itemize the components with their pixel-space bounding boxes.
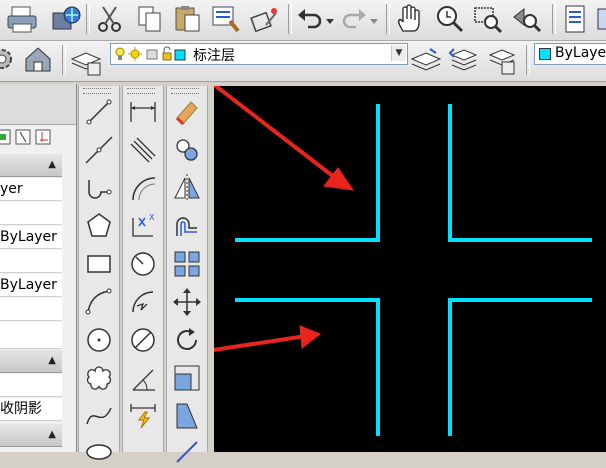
angular-dimension-icon[interactable]: [127, 362, 159, 394]
layers-toolbar: 标注层 ▼ ByLayer: [0, 41, 606, 82]
print-icon[interactable]: [6, 3, 38, 35]
modify-toolbar: [166, 86, 208, 463]
erase-icon[interactable]: [171, 96, 203, 128]
polyline-icon[interactable]: [83, 172, 115, 204]
prop-row-empty-4[interactable]: [0, 322, 62, 349]
publish-icon[interactable]: [50, 3, 82, 35]
draw-toolbar: [78, 86, 120, 460]
properties-palette: ▲ yer ByLayer ByLayer ▲ 收阴影 ▲: [0, 84, 77, 452]
revision-cloud-icon[interactable]: [83, 362, 115, 394]
aligned-dimension-icon[interactable]: [127, 134, 159, 166]
color-value: ByLayer: [555, 45, 606, 61]
collapse-icon[interactable]: ▲: [48, 429, 56, 440]
quick-dimension-icon[interactable]: [127, 400, 159, 432]
spline-icon[interactable]: [83, 400, 115, 432]
prop-row-empty[interactable]: [0, 202, 62, 225]
pan-hand-icon[interactable]: [394, 3, 426, 35]
ellipse-icon[interactable]: [83, 436, 115, 468]
construction-line-icon[interactable]: [83, 134, 115, 166]
polygon-icon[interactable]: [83, 210, 115, 242]
array-icon[interactable]: [171, 248, 203, 280]
home-workspace-icon[interactable]: [22, 43, 54, 75]
toolbar-grip[interactable]: [171, 88, 199, 94]
layer-previous-icon[interactable]: [448, 45, 480, 77]
quick-select-icons[interactable]: [0, 128, 70, 148]
wall-line-bottom-right[interactable]: [448, 298, 592, 436]
jogged-dimension-icon[interactable]: [127, 286, 159, 318]
color-control-dropdown[interactable]: ByLayer: [534, 43, 606, 65]
prop-row-empty-5[interactable]: [0, 374, 62, 397]
redo-icon[interactable]: [338, 3, 370, 35]
wall-line-top-left[interactable]: [235, 104, 380, 242]
standard-toolbar: [0, 0, 606, 41]
toolbar-grip[interactable]: [127, 88, 155, 94]
trim-icon[interactable]: [171, 436, 203, 468]
rotate-icon[interactable]: [171, 324, 203, 356]
toolbar-grip[interactable]: [83, 88, 111, 94]
ordinate-dimension-icon[interactable]: X: [127, 210, 159, 242]
diameter-dimension-icon[interactable]: [127, 324, 159, 356]
prop-row-empty-3[interactable]: [0, 298, 62, 321]
linear-dimension-icon[interactable]: [127, 96, 159, 128]
dimension-toolbar: X: [122, 86, 164, 452]
circle-icon[interactable]: [83, 324, 115, 356]
radius-dimension-icon[interactable]: [127, 248, 159, 280]
svg-text:X: X: [149, 213, 155, 222]
wall-line-top-right[interactable]: [448, 104, 592, 242]
general-section-header[interactable]: ▲: [0, 154, 62, 177]
drawing-canvas[interactable]: [214, 86, 606, 452]
collapse-icon[interactable]: ▲: [48, 355, 56, 366]
prop-row-shadow[interactable]: 收阴影: [0, 398, 62, 421]
move-icon[interactable]: [171, 286, 203, 318]
drawing-content: [214, 86, 592, 436]
redo-dropdown-icon[interactable]: [368, 3, 380, 35]
properties-palette-header: [0, 84, 76, 145]
misc-section-header[interactable]: ▲: [0, 424, 62, 447]
rectangle-icon[interactable]: [83, 248, 115, 280]
color-swatch-icon: [539, 48, 551, 60]
design-center-icon[interactable]: [596, 3, 606, 35]
layer-state-manager-icon[interactable]: [486, 45, 518, 77]
paste-icon[interactable]: [172, 3, 204, 35]
layer-state-icons: [115, 46, 186, 61]
wall-line-bottom-left[interactable]: [235, 298, 380, 436]
offset-icon[interactable]: [171, 210, 203, 242]
zoom-previous-icon[interactable]: [510, 3, 542, 35]
workspace-settings-icon[interactable]: [0, 43, 18, 75]
arc-length-icon[interactable]: [127, 172, 159, 204]
stretch-icon[interactable]: [171, 400, 203, 432]
red-arrow-bottom: [214, 334, 307, 352]
zoom-realtime-icon[interactable]: [434, 3, 466, 35]
mirror-icon[interactable]: [171, 172, 203, 204]
layer-properties-manager-icon[interactable]: [70, 45, 104, 77]
prop-row-empty-2[interactable]: [0, 250, 62, 273]
undo-icon[interactable]: [294, 3, 326, 35]
prop-row-lineweight[interactable]: ByLayer: [0, 274, 62, 297]
arc-icon[interactable]: [83, 286, 115, 318]
undo-dropdown-icon[interactable]: [324, 3, 336, 35]
current-layer-name: 标注层: [193, 48, 235, 64]
scale-icon[interactable]: [171, 362, 203, 394]
zoom-window-icon[interactable]: [472, 3, 504, 35]
red-arrow-top: [214, 86, 340, 182]
copy-icon[interactable]: [134, 3, 166, 35]
match-properties-icon[interactable]: [210, 3, 242, 35]
collapse-icon[interactable]: ▲: [48, 159, 56, 170]
copy-object-icon[interactable]: [171, 134, 203, 166]
properties-icon[interactable]: [560, 3, 592, 35]
line-icon[interactable]: [83, 96, 115, 128]
view-section-header[interactable]: ▲: [0, 350, 62, 373]
cut-icon[interactable]: [94, 3, 126, 35]
block-editor-icon[interactable]: [248, 3, 280, 35]
layer-dropdown[interactable]: 标注层 ▼: [110, 43, 408, 65]
prop-row-linetype[interactable]: ByLayer: [0, 226, 62, 249]
red-arrowhead-bottom: [299, 325, 321, 349]
make-object-layer-current-icon[interactable]: [410, 45, 442, 77]
prop-row-layer[interactable]: yer: [0, 178, 62, 201]
chevron-down-icon[interactable]: ▼: [391, 45, 406, 61]
